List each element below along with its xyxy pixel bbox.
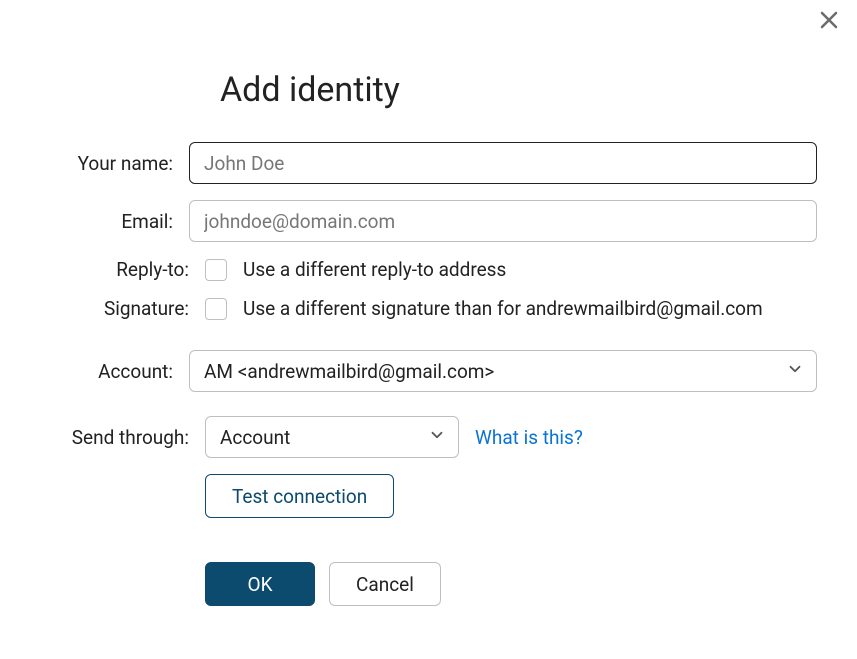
signature-checkbox[interactable] xyxy=(205,298,227,320)
close-icon xyxy=(819,10,839,30)
row-send-through: Send through: Account What is this? xyxy=(40,416,817,458)
row-email: Email: xyxy=(40,200,817,242)
chevron-down-icon xyxy=(428,426,446,449)
send-through-label: Send through: xyxy=(40,426,205,449)
dialog-title: Add identity xyxy=(220,70,817,110)
reply-to-checkbox-label: Use a different reply-to address xyxy=(243,258,506,281)
row-reply-to: Reply-to: Use a different reply-to addre… xyxy=(40,258,817,281)
cancel-button[interactable]: Cancel xyxy=(329,562,441,606)
reply-to-checkbox[interactable] xyxy=(205,259,227,281)
close-button[interactable] xyxy=(819,10,839,30)
signature-label: Signature: xyxy=(40,297,205,320)
row-account: Account: AM <andrewmailbird@gmail.com> xyxy=(40,350,817,392)
send-through-selected-value: Account xyxy=(220,426,290,449)
email-label: Email: xyxy=(40,210,189,233)
account-label: Account: xyxy=(40,360,189,383)
reply-to-label: Reply-to: xyxy=(40,258,205,281)
what-is-this-link[interactable]: What is this? xyxy=(475,426,583,449)
add-identity-dialog: Add identity Your name: Email: Reply-to:… xyxy=(0,0,857,652)
signature-checkbox-label: Use a different signature than for andre… xyxy=(243,297,763,320)
email-input[interactable] xyxy=(189,200,817,242)
your-name-input[interactable] xyxy=(189,142,817,184)
account-selected-value: AM <andrewmailbird@gmail.com> xyxy=(204,360,494,383)
send-through-select[interactable]: Account xyxy=(205,416,459,458)
row-actions: OK Cancel xyxy=(40,562,817,606)
ok-button[interactable]: OK xyxy=(205,562,315,606)
test-connection-button[interactable]: Test connection xyxy=(205,474,394,518)
your-name-label: Your name: xyxy=(40,152,189,175)
account-select[interactable]: AM <andrewmailbird@gmail.com> xyxy=(189,350,817,392)
row-signature: Signature: Use a different signature tha… xyxy=(40,297,817,320)
row-your-name: Your name: xyxy=(40,142,817,184)
chevron-down-icon xyxy=(786,360,804,383)
row-test-connection: Test connection xyxy=(40,474,817,518)
